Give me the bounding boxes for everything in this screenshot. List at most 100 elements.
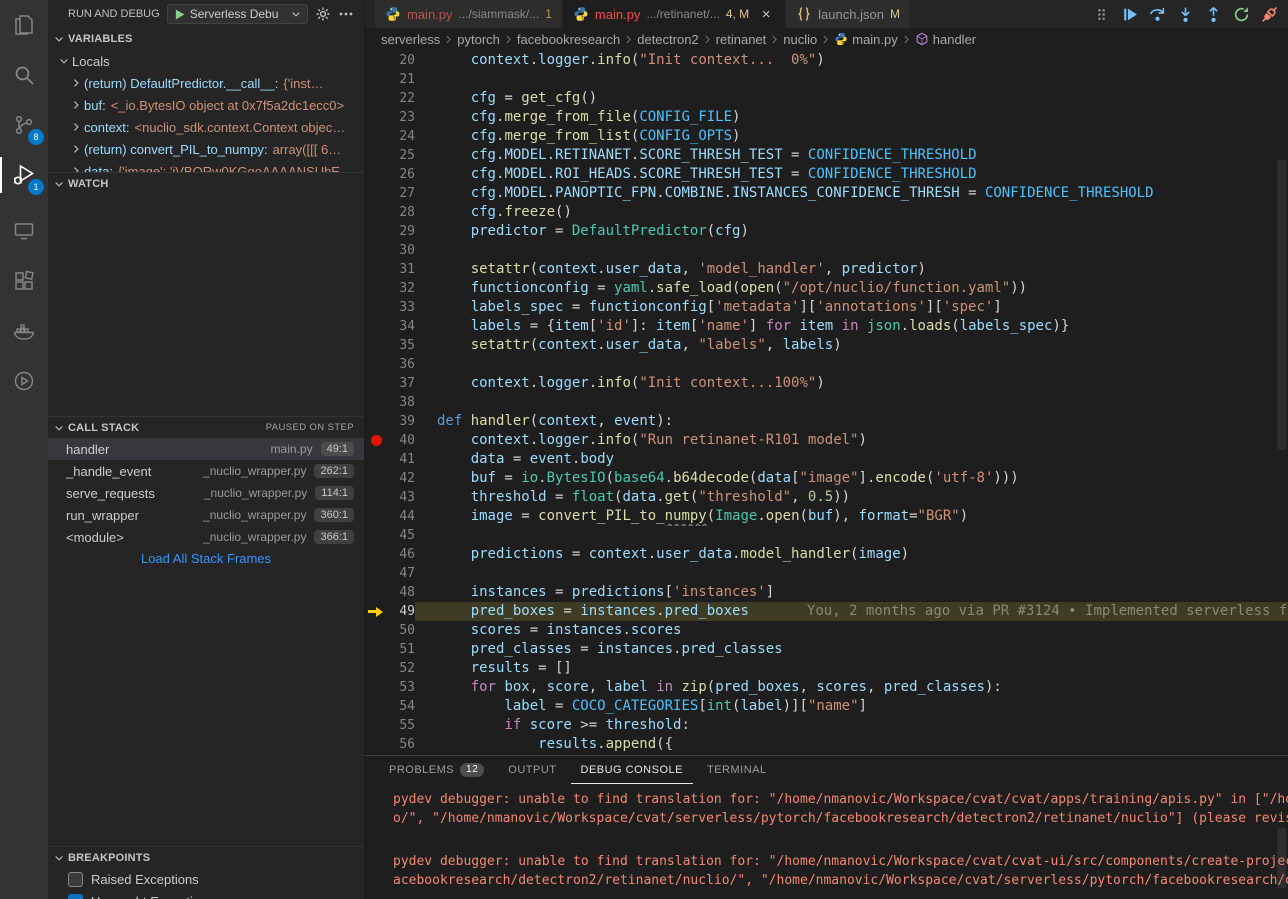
code-text[interactable]: results.append({ — [415, 735, 1288, 754]
call-stack-frame[interactable]: handlermain.py49:1 — [48, 438, 364, 460]
chevron-right-icon[interactable] — [68, 75, 84, 91]
drag-handle-icon[interactable] — [1093, 6, 1110, 23]
breakpoints-section-header[interactable]: BREAKPOINTS — [48, 846, 364, 868]
gutter[interactable] — [365, 602, 389, 621]
variables-section-header[interactable]: VARIABLES — [48, 28, 364, 50]
code-text[interactable] — [415, 241, 1288, 260]
step-into-icon[interactable] — [1177, 6, 1194, 23]
code-text[interactable]: instances = predictions['instances'] — [415, 583, 1288, 602]
code-text[interactable] — [415, 70, 1288, 89]
activity-bar-item-explorer[interactable] — [0, 0, 48, 50]
call-stack-frame[interactable]: run_wrapper_nuclio_wrapper.py360:1 — [48, 504, 364, 526]
breadcrumb-item[interactable]: facebookresearch — [517, 32, 620, 47]
breadcrumb-item[interactable]: retinanet — [716, 32, 767, 47]
call-stack-frame[interactable]: <module>_nuclio_wrapper.py366:1 — [48, 526, 364, 548]
step-out-icon[interactable] — [1205, 6, 1222, 23]
code-text[interactable]: for box, score, label in zip(pred_boxes,… — [415, 678, 1288, 697]
gutter[interactable] — [365, 146, 389, 165]
code-text[interactable]: predictions = context.user_data.model_ha… — [415, 545, 1288, 564]
breadcrumb-item[interactable]: serverless — [381, 32, 440, 47]
code-text[interactable]: cfg.MODEL.ROI_HEADS.SCORE_THRESH_TEST = … — [415, 165, 1288, 184]
close-icon[interactable]: × — [757, 5, 775, 23]
chevron-right-icon[interactable] — [68, 119, 84, 135]
editor-tab-main-py[interactable]: main.py.../siammask/...1 — [375, 0, 562, 28]
gutter[interactable] — [365, 317, 389, 336]
code-text[interactable]: cfg.merge_from_file(CONFIG_FILE) — [415, 108, 1288, 127]
code-text[interactable]: context.logger.info("Run retinanet-R101 … — [415, 431, 1288, 450]
gutter[interactable] — [365, 469, 389, 488]
code-text[interactable]: cfg.MODEL.PANOPTIC_FPN.COMBINE.INSTANCES… — [415, 184, 1288, 203]
panel-tab-problems[interactable]: PROBLEMS12 — [379, 756, 494, 784]
gutter[interactable] — [365, 393, 389, 412]
code-text[interactable]: context.logger.info("Init context... 0%"… — [415, 51, 1288, 70]
start-debugging-icon[interactable] — [173, 8, 186, 21]
gutter[interactable] — [365, 621, 389, 640]
breadcrumb-item[interactable]: detectron2 — [637, 32, 698, 47]
restart-icon[interactable] — [1233, 6, 1250, 23]
activity-bar-item-docker[interactable] — [0, 306, 48, 356]
activity-bar-item-play-circle[interactable] — [0, 356, 48, 406]
activity-bar-item-remote-explorer[interactable] — [0, 206, 48, 256]
gutter[interactable] — [365, 526, 389, 545]
code-text[interactable]: pred_classes = instances.pred_classes — [415, 640, 1288, 659]
breakpoint-checkbox[interactable] — [68, 894, 83, 899]
breakpoint-row[interactable]: Raised Exceptions — [48, 868, 364, 890]
gutter[interactable] — [365, 678, 389, 697]
activity-bar-item-search[interactable] — [0, 50, 48, 100]
chevron-right-icon[interactable] — [68, 141, 84, 157]
load-all-stack-frames-link[interactable]: Load All Stack Frames — [48, 548, 364, 570]
gutter[interactable] — [365, 241, 389, 260]
code-text[interactable]: if score >= threshold: — [415, 716, 1288, 735]
code-text[interactable]: label = COCO_CATEGORIES[int(label)]["nam… — [415, 697, 1288, 716]
call-stack-section-header[interactable]: CALL STACK PAUSED ON STEP — [48, 416, 364, 438]
code-text[interactable]: image = convert_PIL_to_numpy(Image.open(… — [415, 507, 1288, 526]
code-text[interactable]: context.logger.info("Init context...100%… — [415, 374, 1288, 393]
breadcrumb-item[interactable]: pytorch — [457, 32, 500, 47]
variable-row[interactable]: (return) DefaultPredictor.__call__:{'ins… — [48, 72, 364, 94]
variable-row[interactable]: (return) convert_PIL_to_numpy:array([[[ … — [48, 138, 364, 160]
step-over-icon[interactable] — [1149, 6, 1166, 23]
code-text[interactable]: cfg.merge_from_list(CONFIG_OPTS) — [415, 127, 1288, 146]
activity-bar-item-extensions[interactable] — [0, 256, 48, 306]
gutter[interactable] — [365, 279, 389, 298]
continue-icon[interactable] — [1121, 6, 1138, 23]
panel-tab-terminal[interactable]: TERMINAL — [697, 756, 777, 784]
variable-row[interactable]: buf:<_io.BytesIO object at 0x7f5a2dc1ecc… — [48, 94, 364, 116]
panel-tab-debug-console[interactable]: DEBUG CONSOLE — [571, 756, 693, 784]
gutter[interactable] — [365, 108, 389, 127]
breakpoint-icon[interactable] — [371, 435, 382, 446]
code-text[interactable]: setattr(context.user_data, 'model_handle… — [415, 260, 1288, 279]
activity-bar-item-source-control[interactable]: 8 — [0, 100, 48, 150]
breakpoint-row[interactable]: Uncaught Exceptions — [48, 890, 364, 899]
code-text[interactable]: buf = io.BytesIO(base64.b64decode(data["… — [415, 469, 1288, 488]
variables-scope-row[interactable]: Locals — [48, 50, 364, 72]
code-text[interactable] — [415, 393, 1288, 412]
code-text[interactable] — [415, 526, 1288, 545]
chevron-right-icon[interactable] — [68, 97, 84, 113]
editor-scrollbar[interactable] — [1274, 50, 1288, 755]
gutter[interactable] — [365, 564, 389, 583]
code-text[interactable]: scores = instances.scores — [415, 621, 1288, 640]
code-text[interactable]: pred_boxes = instances.pred_boxesYou, 2 … — [415, 602, 1288, 621]
gutter[interactable] — [365, 488, 389, 507]
chevron-right-icon[interactable] — [68, 163, 84, 172]
gutter[interactable] — [365, 716, 389, 735]
code-editor[interactable]: 20context.logger.info("Init context... 0… — [365, 50, 1288, 755]
breadcrumb-item[interactable]: nuclio — [783, 32, 817, 47]
gutter[interactable] — [365, 203, 389, 222]
code-text[interactable]: predictor = DefaultPredictor(cfg) — [415, 222, 1288, 241]
breakpoint-checkbox[interactable] — [68, 872, 83, 887]
gutter[interactable] — [365, 507, 389, 526]
gutter[interactable] — [365, 89, 389, 108]
call-stack-frame[interactable]: _handle_event_nuclio_wrapper.py262:1 — [48, 460, 364, 482]
gutter[interactable] — [365, 355, 389, 374]
gutter[interactable] — [365, 165, 389, 184]
code-text[interactable]: labels = {item['id']: item['name'] for i… — [415, 317, 1288, 336]
gutter[interactable] — [365, 184, 389, 203]
gutter[interactable] — [365, 640, 389, 659]
gutter[interactable] — [365, 431, 389, 450]
editor-tab-launch-json[interactable]: launch.jsonM — [786, 0, 910, 28]
call-stack-frame[interactable]: serve_requests_nuclio_wrapper.py114:1 — [48, 482, 364, 504]
gear-icon[interactable] — [315, 6, 331, 22]
panel-tab-output[interactable]: OUTPUT — [498, 756, 566, 784]
